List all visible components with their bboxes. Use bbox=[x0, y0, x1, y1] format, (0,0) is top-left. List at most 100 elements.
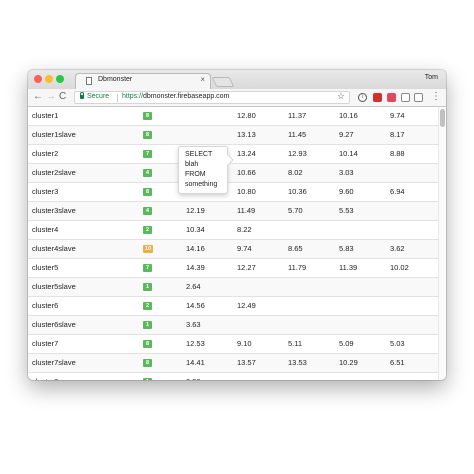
tab-title: Dbmonster bbox=[98, 76, 133, 83]
table-row: cluster1slave 8 13.13 11.45 9.27 8.17 bbox=[28, 126, 438, 145]
info-extension-icon[interactable]: i bbox=[358, 93, 367, 102]
query-elapsed[interactable]: 10.34 bbox=[186, 225, 205, 234]
query-popover: SELECT blah FROM something bbox=[178, 146, 228, 194]
query-elapsed[interactable]: 14.41 bbox=[186, 358, 205, 367]
query-elapsed[interactable]: 9.60 bbox=[339, 187, 354, 196]
query-elapsed[interactable]: 3.90 bbox=[186, 377, 201, 380]
query-elapsed[interactable]: 9.27 bbox=[339, 130, 354, 139]
query-elapsed[interactable]: 3.62 bbox=[390, 244, 405, 253]
query-elapsed[interactable]: 14.56 bbox=[186, 301, 205, 310]
query-elapsed[interactable]: 10.66 bbox=[237, 168, 256, 177]
minimize-window-button[interactable] bbox=[45, 75, 53, 83]
table-row: cluster3814.7210.8010.369.606.94 bbox=[28, 183, 438, 202]
query-count-badge: 7 bbox=[143, 150, 152, 158]
query-elapsed[interactable]: 3.03 bbox=[339, 168, 354, 177]
query-elapsed[interactable]: 8.65 bbox=[288, 244, 303, 253]
shield-extension-icon[interactable] bbox=[373, 93, 382, 102]
table-row: cluster1 8 12.80 11.37 10.16 9.74 bbox=[28, 107, 438, 126]
table-row: cluster6slave 1 3.63 bbox=[28, 316, 438, 335]
table-row: cluster8 1 3.90 bbox=[28, 373, 438, 380]
query-elapsed[interactable]: 13.13 bbox=[237, 130, 256, 139]
popover-line: something bbox=[185, 181, 218, 188]
extension-icon-2[interactable] bbox=[414, 93, 423, 102]
pocket-extension-icon[interactable] bbox=[387, 93, 396, 102]
query-elapsed[interactable]: 12.49 bbox=[237, 301, 256, 310]
query-elapsed[interactable]: 9.74 bbox=[390, 111, 405, 120]
query-elapsed[interactable]: 10.16 bbox=[339, 111, 358, 120]
close-window-button[interactable] bbox=[34, 75, 42, 83]
scrollbar-thumb[interactable] bbox=[440, 109, 445, 127]
vertical-scrollbar[interactable] bbox=[438, 107, 446, 380]
table-row: cluster4 2 10.34 8.22 bbox=[28, 221, 438, 240]
query-elapsed[interactable]: 6.94 bbox=[390, 187, 405, 196]
query-elapsed[interactable]: 12.27 bbox=[237, 263, 256, 272]
query-elapsed[interactable]: 8.02 bbox=[288, 168, 303, 177]
bookmark-star-icon[interactable]: ☆ bbox=[337, 91, 345, 102]
reload-icon[interactable]: C bbox=[59, 91, 66, 103]
query-elapsed[interactable]: 13.24 bbox=[237, 149, 256, 158]
query-elapsed[interactable]: 13.57 bbox=[237, 358, 256, 367]
table-row: cluster7 8 12.53 9.10 5.11 5.09 5.03 bbox=[28, 335, 438, 354]
table-row: cluster6 2 14.56 12.49 bbox=[28, 297, 438, 316]
table-row: cluster2 7 13.24 12.93 10.14 8.88 bbox=[28, 145, 438, 164]
query-elapsed[interactable]: 14.39 bbox=[186, 263, 205, 272]
table-row: cluster5 7 14.39 12.27 11.79 11.39 10.02 bbox=[28, 259, 438, 278]
profile-name[interactable]: Tom bbox=[425, 74, 438, 81]
popover-line: SELECT bbox=[185, 151, 213, 158]
tab-dbmonster[interactable]: Dbmonster × bbox=[75, 73, 211, 89]
page-content: cluster1 8 12.80 11.37 10.16 9.74 cluster1slav… bbox=[28, 107, 446, 380]
cluster-name: cluster5 bbox=[32, 263, 59, 272]
query-elapsed[interactable]: 8.17 bbox=[390, 130, 405, 139]
query-elapsed[interactable]: 5.09 bbox=[339, 339, 354, 348]
new-tab-button[interactable] bbox=[211, 77, 235, 87]
query-elapsed[interactable]: 8.22 bbox=[237, 225, 252, 234]
query-elapsed[interactable]: 5.11 bbox=[288, 339, 302, 348]
cluster-name: cluster1slave bbox=[32, 130, 76, 139]
query-elapsed[interactable]: 12.19 bbox=[186, 206, 205, 215]
query-count-badge: 8 bbox=[143, 188, 152, 196]
extension-icon[interactable] bbox=[401, 93, 410, 102]
query-elapsed[interactable]: 9.74 bbox=[237, 244, 252, 253]
query-elapsed[interactable]: 8.88 bbox=[390, 149, 405, 158]
query-elapsed[interactable]: 5.03 bbox=[390, 339, 405, 348]
page-icon bbox=[86, 77, 92, 85]
query-elapsed[interactable]: 3.63 bbox=[186, 320, 201, 329]
query-count-badge: 1 bbox=[143, 378, 152, 380]
forward-arrow-icon[interactable]: → bbox=[46, 91, 56, 103]
browser-menu-icon[interactable]: ⋮ bbox=[431, 90, 441, 104]
query-elapsed[interactable]: 10.14 bbox=[339, 149, 358, 158]
tab-close-icon[interactable]: × bbox=[200, 75, 205, 84]
query-elapsed[interactable]: 14.16 bbox=[186, 244, 205, 253]
query-elapsed[interactable]: 10.36 bbox=[288, 187, 307, 196]
cluster-name: cluster6 bbox=[32, 301, 59, 310]
query-elapsed[interactable]: 12.93 bbox=[288, 149, 307, 158]
query-elapsed[interactable]: 10.80 bbox=[237, 187, 256, 196]
query-elapsed[interactable]: 13.53 bbox=[288, 358, 307, 367]
url-text[interactable]: https://dbmonster.firebaseapp.com bbox=[122, 93, 229, 100]
query-elapsed[interactable]: 2.64 bbox=[186, 282, 201, 291]
address-bar[interactable]: Secure https://dbmonster.firebaseapp.com… bbox=[74, 91, 350, 104]
query-elapsed[interactable]: 12.53 bbox=[186, 339, 205, 348]
query-elapsed[interactable]: 12.80 bbox=[237, 111, 256, 120]
query-elapsed[interactable]: 11.45 bbox=[288, 130, 306, 139]
back-arrow-icon[interactable]: ← bbox=[33, 91, 43, 103]
query-elapsed[interactable]: 11.39 bbox=[339, 263, 357, 272]
cluster-name: cluster8 bbox=[32, 377, 58, 380]
query-elapsed[interactable]: 10.02 bbox=[390, 263, 409, 272]
query-elapsed[interactable]: 6.51 bbox=[390, 358, 405, 367]
query-count-badge: 2 bbox=[143, 226, 152, 234]
query-elapsed[interactable]: 11.37 bbox=[288, 111, 306, 120]
cluster-name: cluster7 bbox=[32, 339, 59, 348]
query-elapsed[interactable]: 10.29 bbox=[339, 358, 358, 367]
query-elapsed[interactable]: 11.49 bbox=[237, 206, 255, 215]
table-row: cluster2slave411.0410.668.023.03 bbox=[28, 164, 438, 183]
query-elapsed[interactable]: 11.79 bbox=[288, 263, 306, 272]
query-elapsed[interactable]: 9.10 bbox=[237, 339, 252, 348]
query-elapsed[interactable]: 5.83 bbox=[339, 244, 354, 253]
zoom-window-button[interactable] bbox=[56, 75, 64, 83]
address-separator bbox=[117, 94, 118, 102]
browser-toolbar: ← → C Secure https://dbmonster.firebasea… bbox=[28, 89, 446, 107]
query-elapsed[interactable]: 5.70 bbox=[288, 206, 303, 215]
query-elapsed[interactable]: 5.53 bbox=[339, 206, 354, 215]
cluster-name: cluster2 bbox=[32, 149, 59, 158]
